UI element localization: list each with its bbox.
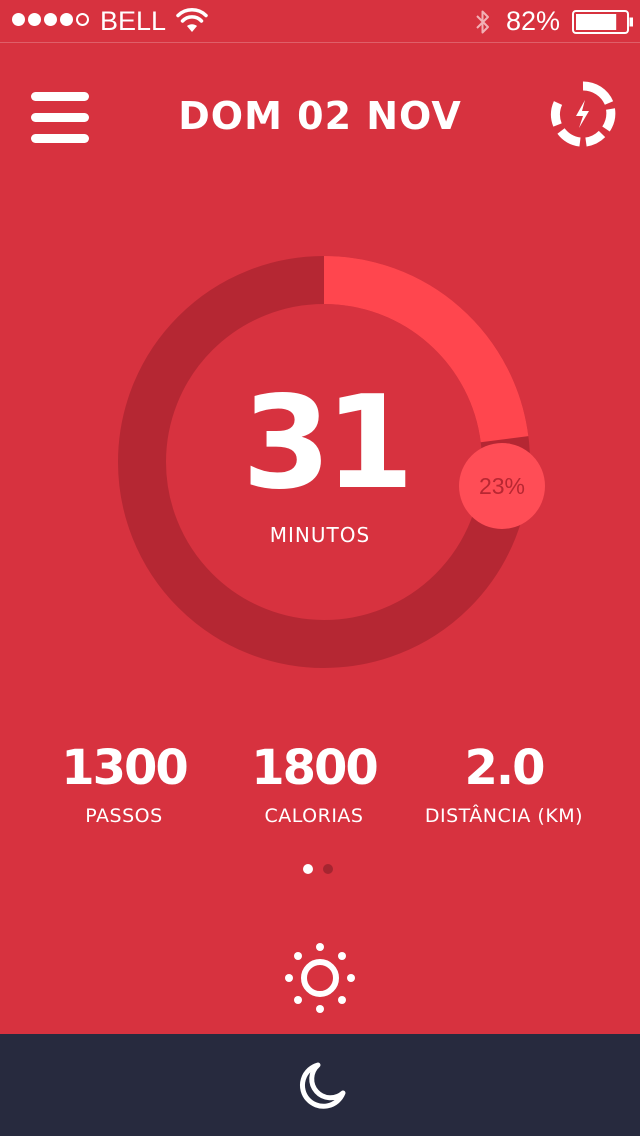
stat-label: PASSOS — [85, 805, 163, 827]
page-title: DOM 02 NOV — [178, 94, 462, 138]
page-indicator[interactable] — [303, 864, 333, 874]
stat-label: DISTÂNCIA (KM) — [424, 805, 584, 827]
activity-value: 31 — [241, 369, 414, 518]
progress-percent-badge: 23% — [459, 443, 545, 529]
stat-calories: 1800 CALORIAS — [214, 740, 414, 828]
stat-value: 1800 — [251, 740, 379, 796]
signal-dot — [60, 13, 73, 26]
stat-distance: 2.0 DISTÂNCIA (KM) — [404, 740, 604, 828]
signal-dot — [44, 13, 57, 26]
bottom-bar — [0, 1034, 640, 1136]
battery-icon — [572, 10, 633, 34]
sun-icon[interactable] — [284, 942, 356, 1014]
carrier-name: BELL — [100, 6, 167, 36]
activity-unit-label: MINUTOS — [269, 523, 371, 547]
signal-strength-icon — [12, 13, 89, 26]
battery-percent: 82% — [506, 6, 561, 36]
stat-steps: 1300 PASSOS — [24, 740, 224, 828]
moon-icon[interactable] — [296, 1060, 348, 1112]
power-icon[interactable] — [549, 80, 617, 148]
wifi-icon — [176, 8, 208, 32]
signal-dot — [12, 13, 25, 26]
page-dot[interactable] — [323, 864, 333, 874]
page-dot-active[interactable] — [303, 864, 313, 874]
signal-dot — [28, 13, 41, 26]
stat-label: CALORIAS — [264, 805, 364, 827]
signal-dot — [76, 13, 89, 26]
stat-value: 2.0 — [464, 740, 545, 796]
status-bar: BELL 82% — [0, 0, 640, 43]
stat-value: 1300 — [61, 740, 189, 796]
bluetooth-icon — [476, 10, 489, 34]
